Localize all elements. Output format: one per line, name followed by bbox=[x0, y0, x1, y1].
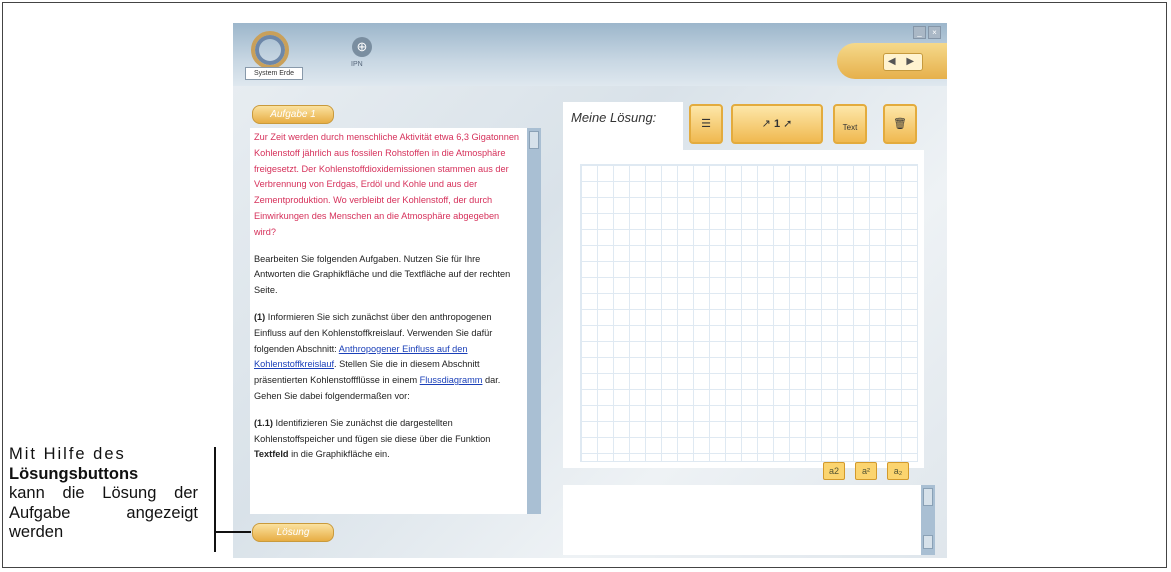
task-scrollbar[interactable] bbox=[527, 128, 541, 514]
task-intro: Zur Zeit werden durch menschliche Aktivi… bbox=[254, 132, 520, 237]
ipn-label: IPN bbox=[351, 61, 363, 68]
step-1-1-label: (1.1) bbox=[254, 417, 273, 428]
scrollbar-thumb-top[interactable] bbox=[923, 488, 933, 506]
list-icon: ☰ bbox=[701, 118, 711, 130]
navigation-bar: ◀ ▶ bbox=[837, 43, 947, 79]
drawing-toolbar: ☰ ↗ 1 ➚ Text 🗑 bbox=[685, 102, 923, 150]
app-window: System Erde ⊕ IPN _ × ◀ ▶ Aufgabe 1 Zur … bbox=[233, 23, 947, 558]
page-nav-arrows[interactable]: ◀ ▶ bbox=[883, 53, 923, 71]
step-1-1-text-a: Identifizieren Sie zunächst die dargeste… bbox=[254, 417, 491, 444]
trash-icon: 🗑 bbox=[893, 118, 907, 130]
arrow-tool-button[interactable]: ↗ 1 ➚ bbox=[731, 104, 823, 144]
system-erde-logo-icon bbox=[251, 31, 289, 69]
tab-aufgabe-1[interactable]: Aufgabe 1 bbox=[252, 105, 334, 124]
task-panel: Zur Zeit werden durch menschliche Aktivi… bbox=[250, 128, 541, 514]
annotation-line-3: kann die Lösung der Aufgabe angezeigt we… bbox=[9, 484, 198, 541]
task-text: Zur Zeit werden durch menschliche Aktivi… bbox=[254, 130, 522, 512]
app-header: System Erde ⊕ IPN _ × ◀ ▶ bbox=[233, 23, 947, 86]
solution-button[interactable]: Lösung bbox=[252, 523, 334, 542]
list-tool-button[interactable]: ☰ bbox=[689, 104, 723, 144]
annotation-bracket bbox=[214, 447, 216, 552]
answer-text-field[interactable] bbox=[563, 485, 935, 555]
annotation-text: Mit Hilfe des Lösungsbuttons kann die Lö… bbox=[9, 445, 198, 543]
task-step-1-1: (1.1) Identifizieren Sie zunächst die da… bbox=[254, 416, 522, 463]
arrow-count: 1 bbox=[773, 118, 781, 130]
link-flussdiagramm[interactable]: Flussdiagramm bbox=[420, 375, 483, 385]
annotation-line-1: Mit Hilfe des bbox=[9, 445, 126, 463]
text-field-scrollbar[interactable] bbox=[921, 485, 935, 555]
scrollbar-thumb[interactable] bbox=[529, 131, 539, 149]
format-normal-button[interactable]: a2 bbox=[823, 462, 845, 480]
text-tool-button[interactable]: Text bbox=[833, 104, 867, 144]
step-1-1-bold: Textfeld bbox=[254, 449, 289, 460]
canvas-grid bbox=[580, 164, 918, 462]
annotation-line-2: Lösungsbuttons bbox=[9, 464, 139, 483]
format-subscript-button[interactable]: a₂ bbox=[887, 462, 909, 480]
task-instructions: Bearbeiten Sie folgenden Aufgaben. Nutze… bbox=[254, 253, 511, 296]
minimize-icon[interactable]: _ bbox=[913, 26, 926, 39]
text-format-buttons: a2 a² a₂ bbox=[823, 462, 909, 480]
step-1-1-text-b: in die Graphikfläche ein. bbox=[288, 449, 390, 460]
window-controls: _ × bbox=[913, 26, 941, 39]
logo-label: System Erde bbox=[245, 67, 303, 80]
delete-tool-button[interactable]: 🗑 bbox=[883, 104, 917, 144]
annotation-pointer bbox=[216, 531, 251, 533]
format-superscript-button[interactable]: a² bbox=[855, 462, 877, 480]
drawing-canvas[interactable] bbox=[563, 150, 924, 468]
solution-title: Meine Lösung: bbox=[571, 110, 657, 125]
close-icon[interactable]: × bbox=[928, 26, 941, 39]
task-step-1: (1) Informieren Sie sich zunächst über d… bbox=[254, 310, 522, 405]
step-1-label: (1) bbox=[254, 311, 266, 322]
text-tool-label: Text bbox=[842, 123, 858, 132]
arrow-icon: ↗ 1 ➚ bbox=[761, 118, 793, 130]
ipn-logo-icon: ⊕ bbox=[352, 37, 372, 57]
scrollbar-thumb-bottom[interactable] bbox=[923, 535, 933, 549]
solution-title-tab: Meine Lösung: bbox=[563, 102, 683, 150]
